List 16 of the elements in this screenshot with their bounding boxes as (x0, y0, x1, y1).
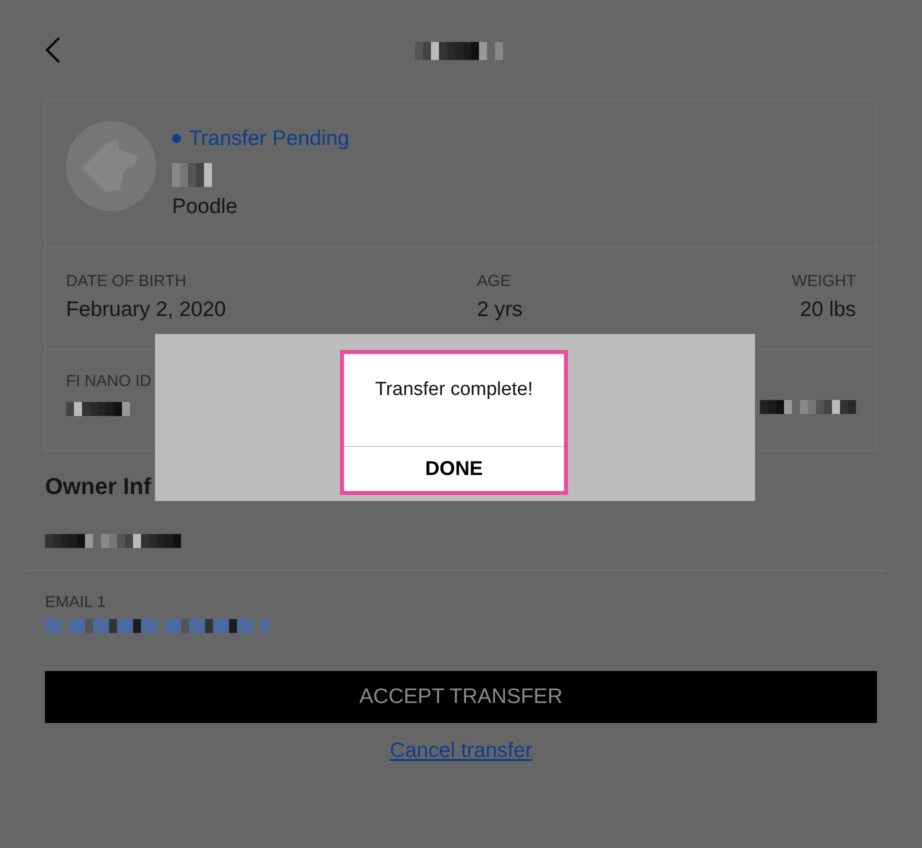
dialog-message: Transfer complete! (375, 379, 533, 400)
field-label: DATE OF BIRTH (66, 272, 188, 292)
status-dot (172, 134, 181, 144)
field-label: FI NANO ID (66, 372, 152, 392)
field-label: WEIGHT (792, 272, 856, 292)
field-value: 20 lbs (798, 297, 856, 323)
pet-breed: Poodle (172, 194, 238, 220)
accept-transfer-button[interactable]: ACCEPT TRANSFER (45, 670, 877, 722)
redacted-text (172, 162, 212, 186)
field-label: EMAIL 1 (45, 592, 106, 612)
section-heading: Owner Inf (45, 472, 152, 501)
back-icon[interactable] (45, 37, 61, 63)
field-value: February 2, 2020 (66, 297, 227, 323)
status-text: Transfer Pending (189, 126, 350, 152)
field-value: 2 yrs (477, 297, 524, 323)
field-label: AGE (477, 272, 512, 292)
